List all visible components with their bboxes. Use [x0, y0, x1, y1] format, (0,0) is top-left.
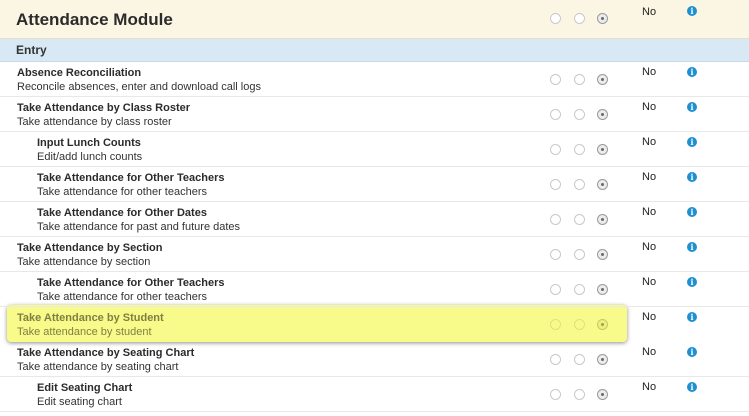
radio-option-2[interactable] — [574, 74, 585, 85]
info-icon[interactable]: i — [687, 207, 697, 217]
radio-option-3-selected[interactable] — [597, 284, 608, 295]
info-icon[interactable]: i — [687, 6, 697, 16]
permission-description: Take attendance by section — [17, 256, 151, 268]
permission-title: Edit Seating Chart — [37, 382, 133, 394]
permission-description: Take attendance by student — [17, 326, 152, 338]
permission-title: Take Attendance by Seating Chart — [17, 347, 195, 359]
radio-option-1[interactable] — [550, 179, 561, 190]
info-icon[interactable]: i — [687, 347, 697, 357]
radio-option-2[interactable] — [574, 249, 585, 260]
radio-option-3-selected[interactable] — [597, 74, 608, 85]
radio-option-3-selected[interactable] — [597, 354, 608, 365]
permission-title: Take Attendance by Class Roster — [17, 102, 191, 114]
info-icon[interactable]: i — [687, 67, 697, 77]
permission-description: Take attendance by seating chart — [17, 361, 179, 373]
radio-option-1[interactable] — [550, 109, 561, 120]
section-title: Entry — [16, 43, 47, 57]
permission-title: Take Attendance for Other Teachers — [37, 172, 225, 184]
radio-option-2[interactable] — [574, 354, 585, 365]
access-value: No — [642, 381, 657, 393]
radio-option-1[interactable] — [550, 319, 561, 330]
permission-title: Take Attendance for Other Dates — [37, 207, 207, 219]
access-value: No — [642, 276, 657, 288]
radio-option-1[interactable] — [550, 74, 561, 85]
permission-row-section-other-teachers: Take Attendance for Other Teachers Take … — [0, 272, 749, 307]
info-icon[interactable]: i — [687, 242, 697, 252]
radio-option-2[interactable] — [574, 284, 585, 295]
permission-title: Take Attendance by Student — [17, 312, 164, 324]
access-value: No — [642, 171, 657, 183]
radio-option-2[interactable] — [574, 109, 585, 120]
permission-title: Absence Reconciliation — [17, 67, 142, 79]
radio-option-1[interactable] — [550, 284, 561, 295]
radio-option-1[interactable] — [550, 389, 561, 400]
info-icon[interactable]: i — [687, 137, 697, 147]
permission-title: Take Attendance for Other Teachers — [37, 277, 225, 289]
radio-option-1[interactable] — [550, 214, 561, 225]
radio-option-3-selected[interactable] — [597, 389, 608, 400]
radio-option-2[interactable] — [574, 144, 585, 155]
info-icon[interactable]: i — [687, 312, 697, 322]
module-access-value: No — [642, 6, 657, 18]
radio-option-1[interactable] — [550, 354, 561, 365]
permission-description: Take attendance for other teachers — [37, 186, 207, 198]
permission-row-class-roster: Take Attendance by Class Roster Take att… — [0, 97, 749, 132]
permission-title: Input Lunch Counts — [37, 137, 141, 149]
permission-row-edit-seating-chart: Edit Seating Chart Edit seating chart No… — [0, 377, 749, 412]
section-header-entry: Entry — [0, 39, 749, 62]
permission-row-other-teachers: Take Attendance for Other Teachers Take … — [0, 167, 749, 202]
radio-option-3-selected[interactable] — [597, 319, 608, 330]
access-value: No — [642, 136, 657, 148]
permission-row-seating-chart: Take Attendance by Seating Chart Take at… — [0, 342, 749, 377]
permission-description: Edit seating chart — [37, 396, 122, 408]
radio-option-2[interactable] — [574, 319, 585, 330]
info-icon[interactable]: i — [687, 382, 697, 392]
permission-description: Take attendance for other teachers — [37, 291, 207, 303]
radio-option-2[interactable] — [574, 389, 585, 400]
permission-description: Take attendance by class roster — [17, 116, 172, 128]
permission-row-by-student: Take Attendance by Student Take attendan… — [0, 307, 749, 342]
access-value: No — [642, 346, 657, 358]
permission-description: Reconcile absences, enter and download c… — [17, 81, 261, 93]
radio-option-1[interactable] — [550, 144, 561, 155]
module-header: Attendance Module No i — [0, 0, 749, 39]
radio-option-1[interactable] — [550, 249, 561, 260]
access-value: No — [642, 66, 657, 78]
permission-row-absence-reconciliation: Absence Reconciliation Reconcile absence… — [0, 62, 749, 97]
radio-option-3-selected[interactable] — [597, 109, 608, 120]
info-icon[interactable]: i — [687, 277, 697, 287]
permission-description: Take attendance for past and future date… — [37, 221, 241, 233]
radio-option-2[interactable] — [574, 179, 585, 190]
permission-row-other-dates: Take Attendance for Other Dates Take att… — [0, 202, 749, 237]
radio-option-2[interactable] — [574, 214, 585, 225]
module-title: Attendance Module — [16, 10, 173, 29]
module-radio-option-1[interactable] — [550, 13, 561, 24]
access-value: No — [642, 241, 657, 253]
info-icon[interactable]: i — [687, 172, 697, 182]
permission-description: Edit/add lunch counts — [37, 151, 143, 163]
access-value: No — [642, 101, 657, 113]
radio-option-3-selected[interactable] — [597, 144, 608, 155]
permission-title: Take Attendance by Section — [17, 242, 163, 254]
access-value: No — [642, 206, 657, 218]
permission-row-by-section: Take Attendance by Section Take attendan… — [0, 237, 749, 272]
info-icon[interactable]: i — [687, 102, 697, 112]
module-radio-option-3-selected[interactable] — [597, 13, 608, 24]
module-radio-option-2[interactable] — [574, 13, 585, 24]
radio-option-3-selected[interactable] — [597, 249, 608, 260]
radio-option-3-selected[interactable] — [597, 214, 608, 225]
access-value: No — [642, 311, 657, 323]
permission-row-input-lunch-counts: Input Lunch Counts Edit/add lunch counts… — [0, 132, 749, 167]
radio-option-3-selected[interactable] — [597, 179, 608, 190]
